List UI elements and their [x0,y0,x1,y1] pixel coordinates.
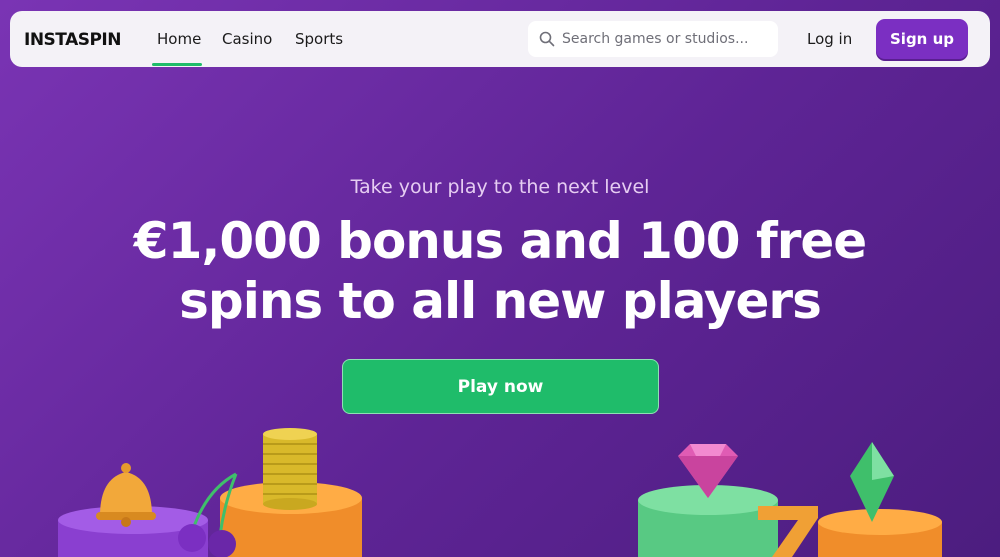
coin-stack-icon [263,428,317,510]
hero-kicker: Take your play to the next level [350,176,650,198]
nav-tab-home[interactable]: Home [157,30,201,48]
signup-button[interactable]: Sign up [876,19,968,59]
play-now-button[interactable]: Play now [342,359,659,414]
hero-title-line-2: spins to all new players [179,272,822,330]
search-box[interactable] [528,21,778,57]
orange-pedestal-right [818,509,942,557]
top-navbar: INSTASPIN Home Casino Sports Log in Sign… [10,11,990,67]
bell-icon [96,463,156,527]
hero-title-line-1: €1,000 bonus and 100 free [133,212,867,270]
search-icon [539,31,555,47]
login-link[interactable]: Log in [807,30,852,48]
active-tab-underline [152,63,202,66]
nav-tab-casino[interactable]: Casino [222,30,272,48]
nav-tab-sports[interactable]: Sports [295,30,343,48]
instaspin-logo[interactable]: INSTASPIN [24,30,122,50]
decorative-scene [58,428,942,557]
hero-title: €1,000 bonus and 100 free spins to all n… [0,211,1000,331]
search-input[interactable] [562,21,768,57]
